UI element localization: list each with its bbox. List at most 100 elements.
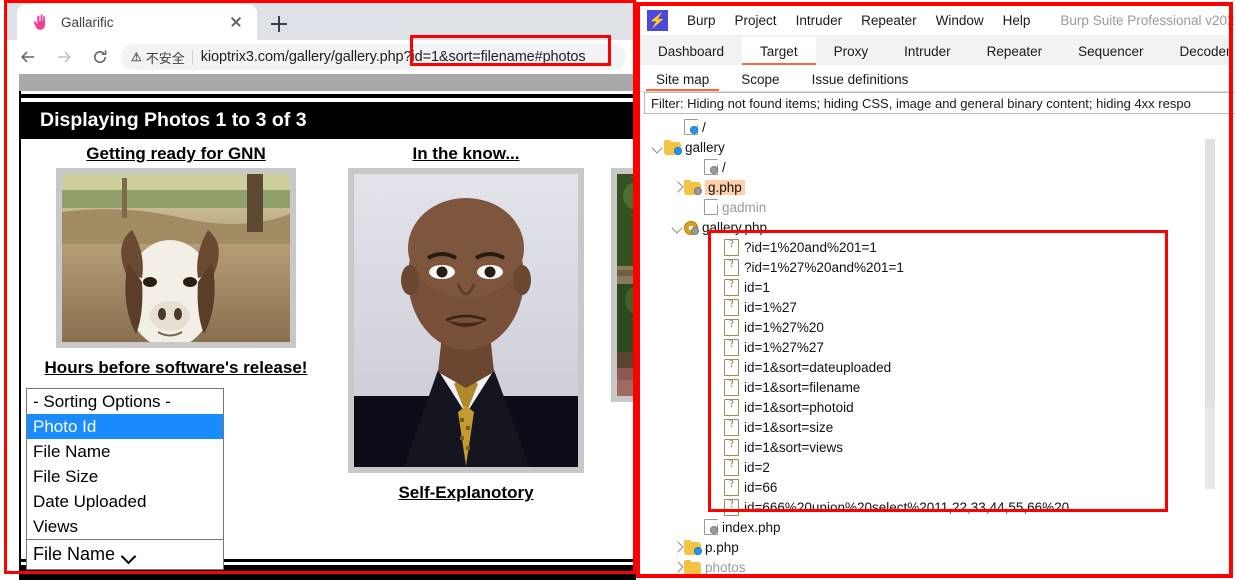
tree-node[interactable]: gallery.php [640, 217, 1225, 237]
man-in-suit-photo[interactable] [354, 174, 578, 467]
chevron-right-icon[interactable] [670, 560, 684, 574]
tree-node[interactable]: index.php [640, 517, 1225, 537]
menu-item-help[interactable]: Help [1003, 13, 1031, 28]
browser-chrome: Gallarific ⚠ 不安全 kioptrix3.com/gallery/g… [7, 0, 636, 74]
tree-node[interactable]: g.php [640, 177, 1225, 197]
tab-sequencer[interactable]: Sequencer [1060, 44, 1161, 65]
tree-node[interactable]: ? id=1&sort=views [640, 437, 1225, 457]
menu-item-burp[interactable]: Burp [687, 13, 716, 28]
tree-node[interactable]: ? ?id=1%27%20and%201=1 [640, 257, 1225, 277]
sort-select-dropdown[interactable]: - Sorting Options - Photo Id File Name F… [26, 388, 224, 570]
back-arrow-icon[interactable] [13, 42, 43, 72]
sort-option[interactable]: File Name [27, 439, 223, 464]
plus-icon[interactable] [265, 10, 293, 38]
subtab-issue-definitions[interactable]: Issue definitions [796, 72, 925, 91]
chevron-down-icon[interactable] [650, 140, 664, 154]
photo-caption[interactable]: Self-Explanotory [321, 483, 611, 503]
security-label: 不安全 [145, 50, 185, 66]
menu-item-intruder[interactable]: Intruder [796, 13, 843, 28]
tree-node[interactable]: ? id=1&sort=size [640, 417, 1225, 437]
reload-icon[interactable] [85, 42, 115, 72]
tree-node[interactable]: ? id=1%27%20 [640, 317, 1225, 337]
tree-node[interactable]: ? id=2 [640, 457, 1225, 477]
folder-icon [684, 539, 702, 555]
tab-decoder[interactable]: Decoder [1161, 44, 1235, 65]
tree-node-label: id=2 [744, 459, 770, 475]
query-param-icon: ? [724, 238, 739, 256]
site-map-filter-bar[interactable]: Filter: Hiding not found items; hiding C… [644, 92, 1235, 114]
browser-toolbar: ⚠ 不安全 kioptrix3.com/gallery/gallery.php?… [7, 35, 636, 74]
sort-option[interactable]: File Size [27, 464, 223, 489]
query-param-icon: ? [724, 438, 739, 456]
tree-node[interactable]: / [640, 117, 1225, 137]
gallery-header-text: Displaying Photos 1 to 3 of 3 [40, 109, 307, 131]
sort-options-list[interactable]: - Sorting Options - Photo Id File Name F… [26, 388, 224, 539]
tree-node[interactable]: ? id=1&sort=photoid [640, 397, 1225, 417]
address-bar[interactable]: ⚠ 不安全 kioptrix3.com/gallery/gallery.php?… [121, 35, 626, 70]
sort-option[interactable]: - Sorting Options - [27, 389, 223, 414]
tree-node[interactable]: ? id=1&sort=filename [640, 377, 1225, 397]
chevron-down-icon[interactable] [670, 220, 684, 234]
query-param-icon: ? [724, 378, 739, 396]
tree-node[interactable]: ? id=1%27%27 [640, 337, 1225, 357]
menu-item-project[interactable]: Project [735, 13, 777, 28]
tree-node-label: gallery.php [702, 219, 768, 235]
photo-title[interactable]: In the know... [321, 143, 611, 164]
browser-window: Gallarific ⚠ 不安全 kioptrix3.com/gallery/g… [0, 0, 636, 580]
chevron-down-icon [122, 548, 211, 562]
burp-main-tabs: Dashboard Target Proxy Intruder Repeater… [640, 35, 1231, 65]
browser-tab[interactable]: Gallarific [17, 4, 257, 40]
close-icon[interactable] [227, 13, 245, 31]
tab-dashboard[interactable]: Dashboard [640, 44, 742, 65]
tab-intruder[interactable]: Intruder [886, 44, 969, 65]
sort-option[interactable]: Views [27, 514, 223, 539]
subtab-site-map[interactable]: Site map [640, 72, 725, 91]
tab-repeater[interactable]: Repeater [969, 44, 1061, 65]
query-param-icon: ? [724, 278, 739, 296]
query-param-icon: ? [724, 458, 739, 476]
sort-select-box[interactable]: File Name [26, 539, 224, 570]
tree-node[interactable]: ? id=66 [640, 477, 1225, 497]
burp-menu-bar: ⚡ Burp Project Intruder Repeater Window … [640, 6, 1235, 35]
tree-node[interactable]: photos [640, 557, 1225, 577]
tree-node[interactable]: ? id=1%27 [640, 297, 1225, 317]
subtab-scope[interactable]: Scope [725, 72, 795, 91]
tree-node[interactable]: ? id=1 [640, 277, 1225, 297]
tree-node[interactable]: gadmin [640, 197, 1225, 217]
garden-photo-partial[interactable] [617, 174, 636, 396]
tree-node-label: id=1&sort=views [744, 439, 844, 455]
tree-node[interactable]: ? id=666%20union%20select%2011,22,33,44,5… [640, 497, 1225, 517]
tree-node[interactable]: ? id=1&sort=dateuploaded [640, 357, 1225, 377]
tree-node[interactable]: / [640, 157, 1225, 177]
goat-photo[interactable] [62, 174, 290, 342]
photo-title[interactable]: Getting ready for GNN [31, 143, 321, 164]
menu-item-window[interactable]: Window [936, 13, 984, 28]
status-dot [674, 146, 682, 155]
forward-arrow-icon[interactable] [49, 42, 79, 72]
tree-rows: / gallery / g.php gadmin gallery.php? ?id=1%20… [640, 117, 1225, 578]
tree-node[interactable]: ? ?id=1%20and%201=1 [640, 237, 1225, 257]
tab-target[interactable]: Target [742, 37, 816, 65]
chevron-right-icon[interactable] [670, 180, 684, 194]
photo-frame [348, 168, 584, 473]
tree-node[interactable]: gallery [640, 137, 1225, 157]
chevron-right-icon[interactable] [670, 540, 684, 554]
sort-option[interactable]: Photo Id [27, 414, 223, 439]
tree-node-label: photos [705, 559, 746, 575]
tab-proxy[interactable]: Proxy [816, 44, 887, 65]
photo-caption[interactable]: Hours before software's release! [31, 358, 321, 378]
tree-node[interactable]: p.php [640, 537, 1225, 557]
tree-node-label: id=666%20union%20select%2011,22,33,44,55… [744, 499, 1070, 515]
warning-triangle-icon: ⚠ [131, 50, 142, 64]
query-param-icon: ? [724, 418, 739, 436]
sort-option[interactable]: Date Uploaded [27, 489, 223, 514]
tree-node[interactable]: photos.php [640, 577, 1225, 578]
burp-sub-tabs: Site map Scope Issue definitions [640, 65, 1231, 92]
menu-item-repeater[interactable]: Repeater [861, 13, 917, 28]
